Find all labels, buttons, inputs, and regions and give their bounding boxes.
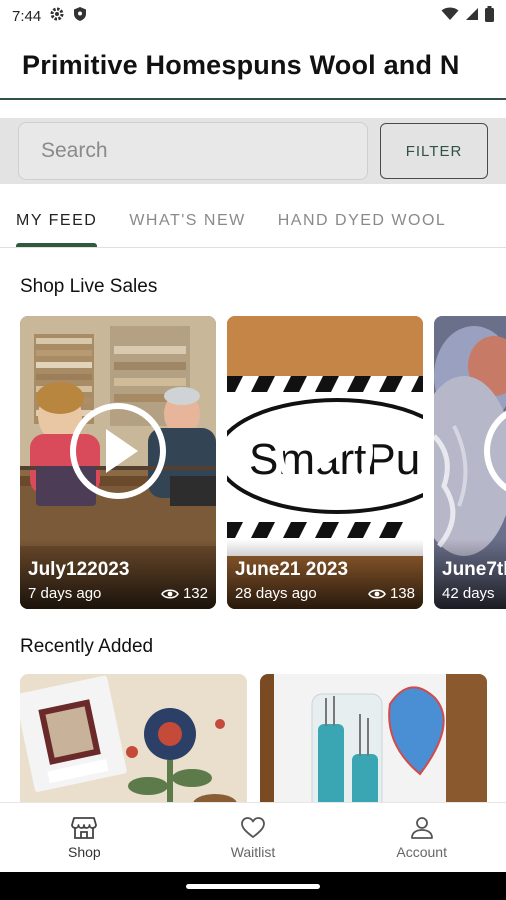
search-bar: Search FILTER <box>0 118 506 184</box>
tab-hand-dyed-wool[interactable]: HAND DYED WOOL <box>278 194 447 247</box>
product-card[interactable] <box>20 674 247 802</box>
live-sale-age: 42 days <box>442 585 495 602</box>
play-icon[interactable] <box>277 402 373 499</box>
live-sale-card[interactable]: SmartPun June21 2023 28 days ago 138 <box>227 316 423 609</box>
live-sale-title: June21 2023 <box>235 559 349 580</box>
live-sale-meta: 7 days ago 132 <box>28 585 208 602</box>
person-icon <box>410 816 433 839</box>
nav-account[interactable]: Account <box>337 803 506 872</box>
recently-added-list[interactable] <box>20 674 506 802</box>
recently-added-heading: Recently Added <box>20 636 154 657</box>
bottom-navigation: Shop Waitlist Account <box>0 802 506 872</box>
battery-icon <box>485 6 494 26</box>
nav-account-label: Account <box>396 843 447 860</box>
live-sale-age: 7 days ago <box>28 585 102 602</box>
product-card[interactable] <box>260 674 487 802</box>
view-count-value: 132 <box>182 585 208 602</box>
category-tabs: MY FEED WHAT'S NEW HAND DYED WOOL <box>0 194 506 248</box>
search-placeholder: Search <box>41 139 108 162</box>
store-icon <box>71 816 98 839</box>
view-count: 132 <box>161 585 208 602</box>
nav-waitlist[interactable]: Waitlist <box>169 803 338 872</box>
system-navigation-bar <box>0 872 506 900</box>
nav-shop-label: Shop <box>67 843 101 860</box>
status-bar: 7:44 <box>0 0 506 32</box>
live-sale-title: June7th <box>442 559 506 580</box>
shield-icon <box>73 6 87 26</box>
wifi-icon <box>441 7 459 25</box>
nav-waitlist-label: Waitlist <box>230 843 276 860</box>
eye-icon <box>161 588 179 599</box>
eye-icon <box>368 588 386 599</box>
view-count: 138 <box>368 585 415 602</box>
live-sale-meta: 42 days <box>442 585 506 602</box>
status-time: 7:44 <box>12 7 42 25</box>
cell-signal-icon <box>465 7 479 25</box>
app-header: Primitive Homespuns Wool and N <box>0 32 506 100</box>
live-sale-meta: 28 days ago 138 <box>235 585 415 602</box>
page-title: Primitive Homespuns Wool and N <box>22 49 460 80</box>
product-image <box>20 674 247 802</box>
view-count-value: 138 <box>389 585 415 602</box>
gear-icon <box>49 6 65 26</box>
tab-my-feed[interactable]: MY FEED <box>16 194 98 247</box>
live-sale-card[interactable]: June7th 42 days <box>434 316 506 609</box>
live-sale-card[interactable]: July122023 7 days ago 132 <box>20 316 216 609</box>
live-sales-heading: Shop Live Sales <box>20 276 158 297</box>
live-sale-title: July122023 <box>28 559 130 580</box>
heart-icon <box>241 816 265 838</box>
play-icon[interactable] <box>70 402 166 499</box>
home-gesture-handle[interactable] <box>186 884 320 889</box>
tab-whats-new[interactable]: WHAT'S NEW <box>129 194 245 247</box>
search-input[interactable]: Search <box>18 122 368 180</box>
live-sale-age: 28 days ago <box>235 585 317 602</box>
live-sales-carousel[interactable]: July122023 7 days ago 132 SmartPu June21… <box>20 316 506 609</box>
product-image <box>260 674 487 802</box>
filter-button[interactable]: FILTER <box>380 123 488 179</box>
nav-shop[interactable]: Shop <box>0 803 169 872</box>
